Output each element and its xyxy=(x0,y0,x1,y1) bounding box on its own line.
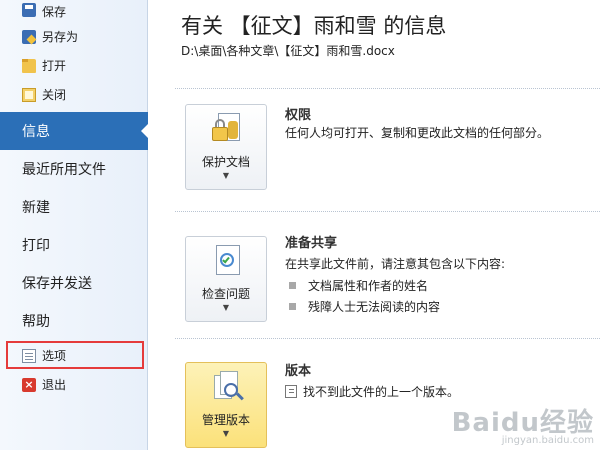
protect-document-button[interactable]: 保护文档 ▼ xyxy=(185,104,267,190)
sidebar-item-label: 打开 xyxy=(42,59,67,73)
sidebar-item-exit[interactable]: × 退出 xyxy=(0,370,148,399)
file-path: D:\桌面\各种文章\【征文】雨和雪.docx xyxy=(181,44,395,58)
section-text-versions: 找不到此文件的上一个版本。 xyxy=(285,383,459,400)
section-title-versions: 版本 xyxy=(285,364,312,379)
sidebar-item-recent[interactable]: 最近所用文件 xyxy=(0,150,148,188)
list-item: 残障人士无法阅读的内容 xyxy=(289,298,440,315)
info-panel: 有关 【征文】雨和雪 的信息 D:\桌面\各种文章\【征文】雨和雪.docx 保… xyxy=(149,0,600,450)
sidebar-item-label: 保存并发送 xyxy=(22,276,92,292)
check-issues-button[interactable]: 检查问题 ▼ xyxy=(185,236,267,322)
manage-versions-button[interactable]: 管理版本 ▼ xyxy=(185,362,267,448)
button-label: 保护文档 xyxy=(201,155,250,169)
manage-versions-icon xyxy=(210,371,244,405)
sidebar-item-label: 帮助 xyxy=(22,314,50,330)
divider xyxy=(175,88,600,89)
divider xyxy=(175,211,600,212)
lock-document-icon xyxy=(210,113,244,147)
sidebar-item-label: 保存 xyxy=(42,5,67,19)
chevron-down-icon: ▼ xyxy=(222,429,230,438)
save-as-icon xyxy=(22,29,36,44)
section-text-permissions: 任何人均可打开、复制和更改此文档的任何部分。 xyxy=(285,126,550,140)
sidebar-item-info[interactable]: 信息 xyxy=(0,112,149,150)
close-folder-icon xyxy=(22,87,36,102)
sidebar-item-print[interactable]: 打印 xyxy=(0,226,148,264)
chevron-down-icon: ▼ xyxy=(222,171,230,180)
list-item: 文档属性和作者的姓名 xyxy=(289,277,428,294)
save-icon xyxy=(22,3,36,17)
exit-icon: × xyxy=(22,377,36,392)
button-label: 检查问题 xyxy=(201,287,250,301)
sidebar-item-label: 打印 xyxy=(22,238,50,254)
open-folder-icon xyxy=(22,58,36,73)
sidebar-item-label: 关闭 xyxy=(42,88,67,102)
sidebar-item-save-as[interactable]: 另存为 xyxy=(0,22,147,51)
sidebar-item-label: 新建 xyxy=(22,200,50,216)
sidebar-item-save[interactable]: 保存 xyxy=(0,0,147,22)
sidebar-item-open[interactable]: 打开 xyxy=(0,51,147,80)
sidebar-item-new[interactable]: 新建 xyxy=(0,188,148,226)
divider xyxy=(175,338,600,339)
sidebar-item-save-send[interactable]: 保存并发送 xyxy=(0,264,148,302)
section-title-permissions: 权限 xyxy=(285,108,312,123)
watermark-logo: Baidu经验 xyxy=(451,408,594,438)
sidebar-item-label: 退出 xyxy=(42,378,67,392)
page-title: 有关 【征文】雨和雪 的信息 xyxy=(181,14,447,38)
sidebar-large-list: 最近所用文件 新建 打印 保存并发送 帮助 xyxy=(0,150,148,340)
backstage-sidebar: 保存 另存为 打开 关闭 信息 最近所用文件 新建 打印 保存并发送 帮助 选项… xyxy=(0,0,149,450)
chevron-down-icon: ▼ xyxy=(222,303,230,312)
sidebar-item-label: 另存为 xyxy=(42,30,79,44)
sidebar-item-help[interactable]: 帮助 xyxy=(0,302,148,340)
sidebar-item-label: 信息 xyxy=(22,124,50,140)
sidebar-item-close[interactable]: 关闭 xyxy=(0,80,147,109)
button-label: 管理版本 xyxy=(201,413,250,427)
document-icon xyxy=(285,385,297,398)
check-document-icon xyxy=(210,245,244,279)
section-text-prepare-sharing: 在共享此文件前，请注意其包含以下内容: xyxy=(285,257,506,271)
options-highlight-box xyxy=(6,341,144,369)
sidebar-item-label: 最近所用文件 xyxy=(22,162,106,178)
watermark: Baidu经验 jingyan.baidu.com xyxy=(452,402,594,446)
section-title-prepare-sharing: 准备共享 xyxy=(285,236,338,251)
